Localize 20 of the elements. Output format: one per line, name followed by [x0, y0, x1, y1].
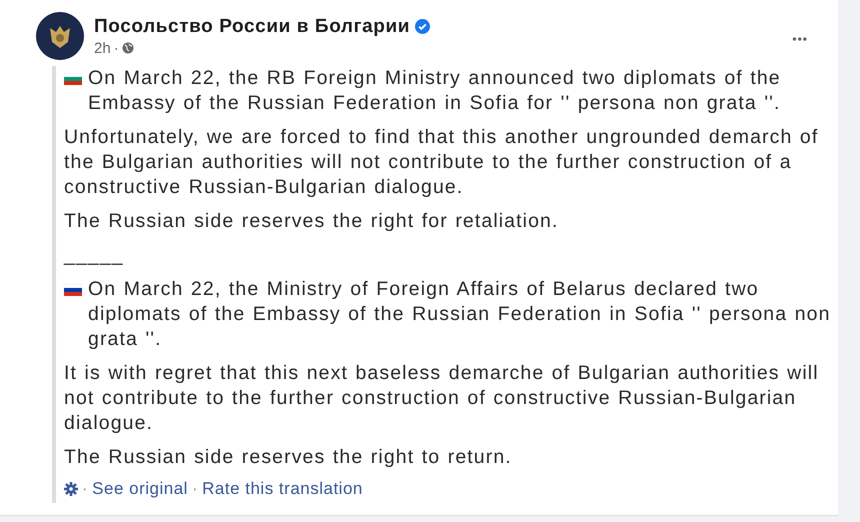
flag-icon	[64, 73, 82, 85]
post-text: _____	[64, 244, 124, 266]
flag-icon	[64, 284, 82, 296]
post-text: Unfortunately, we are forced to find that this another ungrounded demarch of the Bulgarian authorities will not contribute to the further construction of a constructive Russian-Bulgarian dialogue.	[64, 126, 818, 198]
rate-translation-link[interactable]: Rate this translation	[202, 479, 363, 499]
post-text: On March 22, the RB Foreign Ministry announced two diplomats of the Embassy of the Russian Federation in Sofia for '' persona non grata ''.	[88, 66, 782, 116]
globe-icon	[122, 42, 134, 54]
separator-dot: ·	[192, 479, 198, 499]
page-name[interactable]: Посольство России в Болгарии	[94, 16, 410, 38]
separator-dot: ·	[82, 479, 88, 499]
more-options-button[interactable]: •••	[792, 32, 808, 46]
see-original-link[interactable]: See original	[92, 479, 188, 499]
avatar-emblem-icon[interactable]	[36, 12, 84, 60]
post-time[interactable]: 2h	[94, 40, 111, 56]
separator-dot: ·	[114, 40, 119, 56]
settings-icon[interactable]	[64, 482, 78, 496]
post-text: On March 22, the Ministry of Foreign Affairs of Belarus declared two diplomats of the Embassy of the Russian Federation in Sofia '' persona non grata ''.	[88, 277, 832, 352]
post-text: The Russian side reserves the right for retaliation.	[64, 210, 558, 232]
post-text: The Russian side reserves the right to return.	[64, 446, 512, 468]
post-text: It is with regret that this next baseless demarche of Bulgarian authorities will not contribute to the further construction of constructive Russian-Bulgarian dialogue.	[64, 362, 819, 434]
